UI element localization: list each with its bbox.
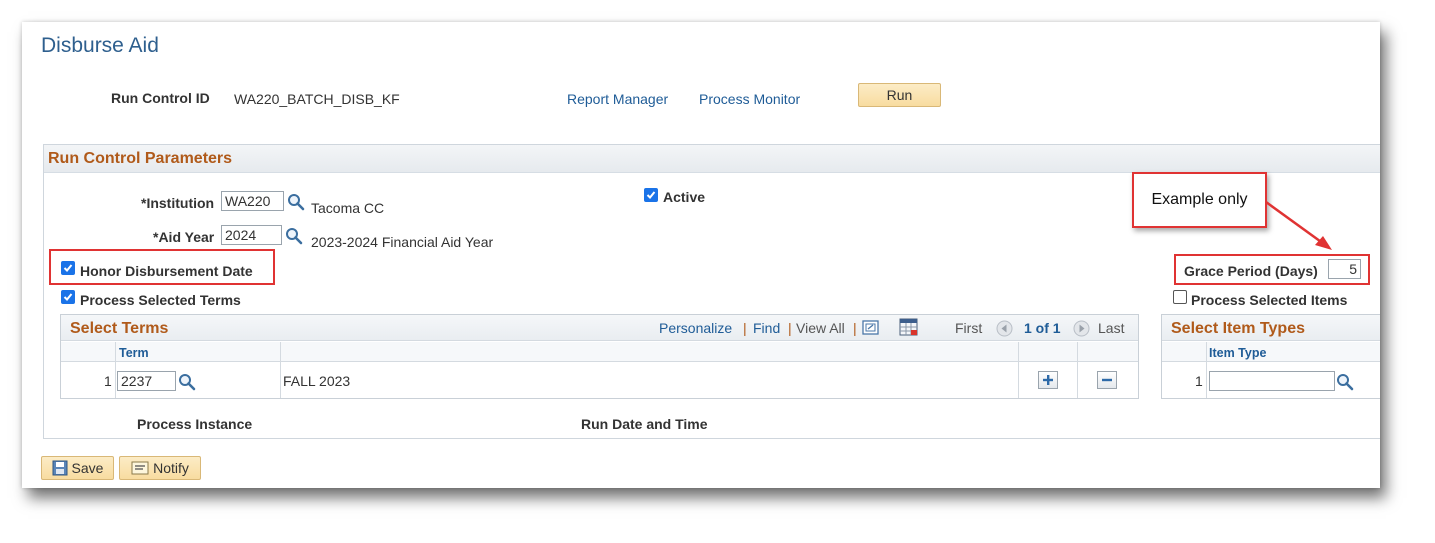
item-type-field[interactable]	[1209, 371, 1335, 391]
item-type-column-header: Item Type	[1209, 346, 1267, 360]
active-label: Active	[663, 189, 706, 205]
aid-year-label: *Aid Year	[153, 229, 215, 245]
find-link[interactable]: Find	[753, 320, 780, 336]
section-header: Run Control Parameters	[44, 145, 1380, 173]
column-divider	[115, 342, 116, 398]
aid-year-field[interactable]: 2024	[221, 225, 282, 245]
institution-lookup-icon[interactable]	[287, 193, 305, 211]
notify-label: Notify	[153, 460, 189, 476]
grace-period-label: Grace Period (Days)	[1184, 263, 1318, 279]
institution-field[interactable]: WA220	[221, 191, 284, 211]
active-checkbox[interactable]	[644, 188, 658, 202]
separator: |	[853, 320, 857, 336]
column-divider	[1018, 342, 1019, 398]
column-divider	[1206, 342, 1207, 398]
select-item-types-title: Select Item Types	[1171, 320, 1305, 337]
run-button[interactable]: Run	[858, 83, 941, 107]
term-field[interactable]: 2237	[117, 371, 176, 391]
previous-icon[interactable]	[996, 320, 1013, 337]
delete-row-button[interactable]	[1097, 371, 1117, 389]
process-monitor-link[interactable]: Process Monitor	[699, 91, 800, 107]
check-icon	[63, 293, 73, 301]
select-item-types-grid: Select Item Types Item Type 1	[1161, 314, 1380, 399]
page-title: Disburse Aid	[41, 34, 159, 57]
aid-year-description: 2023-2024 Financial Aid Year	[311, 234, 494, 250]
process-selected-items-checkbox[interactable]	[1173, 290, 1187, 304]
check-icon	[646, 191, 656, 199]
plus-icon	[1043, 375, 1053, 385]
notify-icon	[131, 461, 149, 475]
institution-label: *Institution	[141, 195, 215, 211]
select-terms-grid: Select Terms Personalize | Find | View A…	[60, 314, 1139, 399]
run-date-time-label: Run Date and Time	[581, 416, 708, 432]
personalize-link[interactable]: Personalize	[659, 320, 732, 336]
term-description: FALL 2023	[283, 373, 351, 389]
honor-disbursement-label: Honor Disbursement Date	[80, 263, 253, 279]
minus-icon	[1102, 378, 1112, 382]
zoom-grid-icon[interactable]	[862, 319, 880, 336]
term-column-header: Term	[119, 346, 149, 360]
run-control-label: Run Control ID	[111, 90, 210, 106]
page-info: 1 of 1	[1024, 320, 1061, 336]
row-number: 1	[104, 373, 112, 389]
grace-period-field[interactable]: 5	[1328, 259, 1361, 279]
process-selected-items-label: Process Selected Items	[1191, 292, 1348, 308]
column-divider	[280, 342, 281, 398]
report-manager-link[interactable]: Report Manager	[567, 91, 668, 107]
check-icon	[63, 264, 73, 272]
next-icon[interactable]	[1073, 320, 1090, 337]
run-control-value: WA220_BATCH_DISB_KF	[234, 91, 400, 107]
download-excel-icon[interactable]	[899, 318, 919, 337]
term-lookup-icon[interactable]	[178, 373, 196, 391]
separator: |	[743, 320, 747, 336]
example-only-callout: Example only	[1132, 172, 1267, 228]
callout-arrow-icon	[1265, 200, 1332, 250]
notify-button[interactable]: Notify	[119, 456, 201, 480]
column-divider	[1077, 342, 1078, 398]
add-row-button[interactable]	[1038, 371, 1058, 389]
screenshot-frame: Disburse Aid Run Control ID WA220_BATCH_…	[22, 22, 1380, 488]
first-link[interactable]: First	[955, 320, 982, 336]
row-number: 1	[1195, 373, 1203, 389]
last-link[interactable]: Last	[1098, 320, 1124, 336]
grid-column-header-row	[61, 342, 1138, 362]
separator: |	[788, 320, 792, 336]
save-button[interactable]: Save	[41, 456, 114, 480]
callout-text: Example only	[1151, 191, 1248, 208]
view-all-link[interactable]: View All	[796, 320, 845, 336]
save-label: Save	[71, 460, 104, 476]
save-icon	[52, 460, 68, 476]
aid-year-lookup-icon[interactable]	[285, 227, 303, 245]
honor-disbursement-checkbox[interactable]	[61, 261, 75, 275]
process-selected-terms-checkbox[interactable]	[61, 290, 75, 304]
process-instance-label: Process Instance	[137, 416, 253, 432]
select-terms-title: Select Terms	[70, 320, 169, 337]
item-type-lookup-icon[interactable]	[1336, 373, 1354, 391]
section-title: Run Control Parameters	[48, 150, 233, 167]
process-selected-terms-label: Process Selected Terms	[80, 292, 241, 308]
grid-column-header-row	[1162, 342, 1380, 362]
institution-description: Tacoma CC	[311, 200, 385, 216]
